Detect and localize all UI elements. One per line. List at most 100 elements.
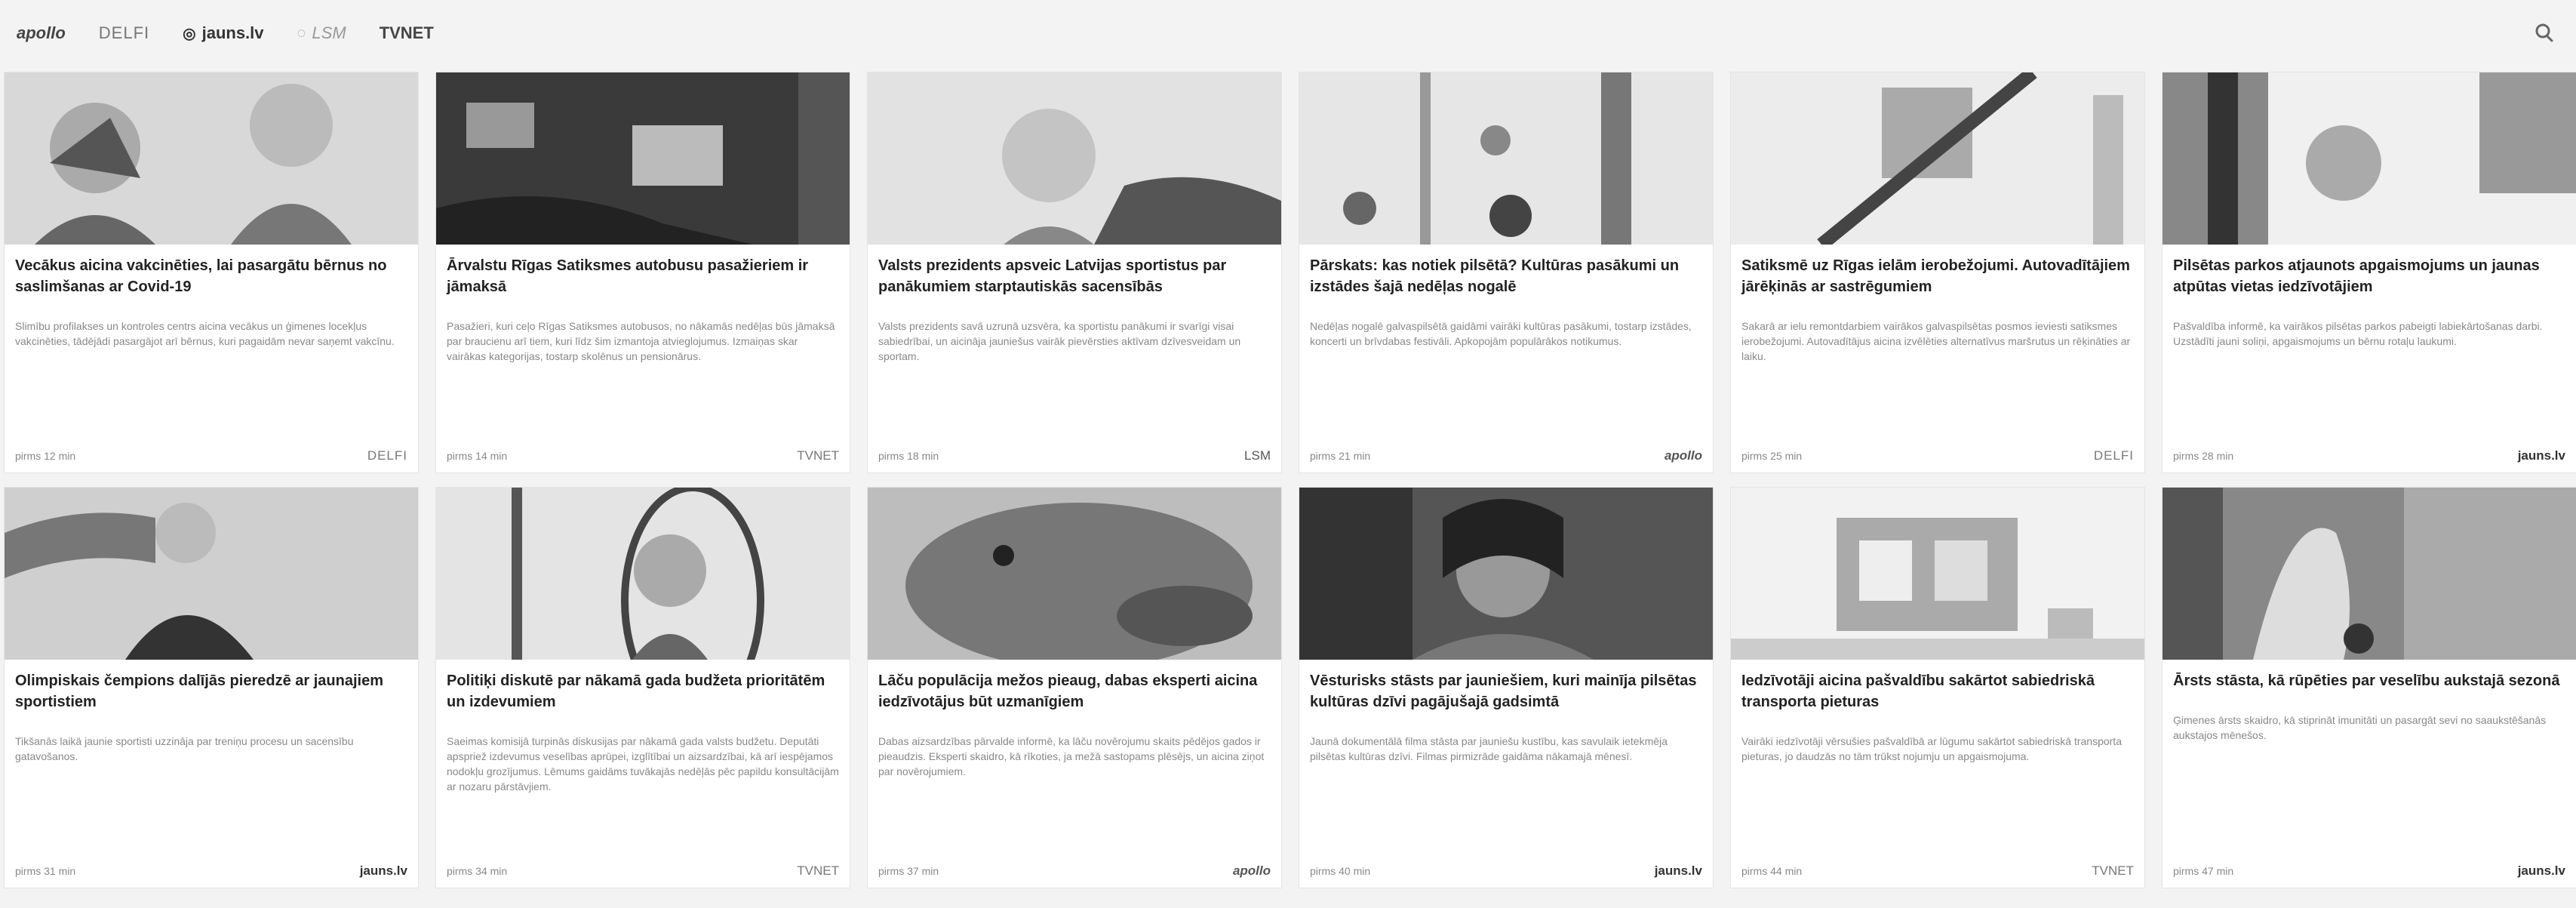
- source-logo: jauns.lv: [359, 863, 407, 878]
- article-excerpt: Vairāki iedzīvotāji vērsušies pašvaldībā…: [1741, 735, 2122, 762]
- article-meta: pirms 12 min DELFI: [15, 448, 407, 463]
- source-logo: TVNET: [2092, 863, 2134, 878]
- article-thumbnail: [2163, 488, 2576, 660]
- article-title[interactable]: Ārsts stāsta, kā rūpēties par veselību a…: [2173, 670, 2565, 691]
- source-tab-delfi[interactable]: DELFI: [99, 23, 149, 43]
- news-card[interactable]: Vecākus aicina vakcinēties, lai pasargāt…: [5, 72, 418, 472]
- article-thumbnail: [1299, 72, 1713, 245]
- article-time: pirms 14 min: [447, 450, 508, 462]
- article-thumbnail: [868, 488, 1281, 660]
- article-meta: pirms 14 min TVNET: [447, 448, 839, 463]
- news-card[interactable]: Ārvalstu Rīgas Satiksmes autobusu pasaži…: [436, 72, 850, 472]
- news-card[interactable]: Lāču populācija mežos pieaug, dabas eksp…: [868, 488, 1281, 888]
- news-card[interactable]: Pilsētas parkos atjaunots apgaismojums u…: [2163, 72, 2576, 472]
- news-card[interactable]: Politiķi diskutē par nākamā gada budžeta…: [436, 488, 850, 888]
- source-logo: jauns.lv: [2517, 448, 2565, 463]
- article-excerpt: Sakarā ar ielu remontdarbiem vairākos ga…: [1741, 320, 2131, 362]
- article-meta: pirms 18 min LSM: [878, 448, 1271, 463]
- article-time: pirms 40 min: [1310, 865, 1371, 877]
- article-title[interactable]: Vecākus aicina vakcinēties, lai pasargāt…: [15, 255, 407, 297]
- article-title[interactable]: Vēsturisks stāsts par jauniešiem, kuri m…: [1310, 670, 1702, 713]
- article-meta: pirms 28 min jauns.lv: [2173, 448, 2565, 463]
- article-excerpt: Saeimas komisijā turpinās diskusijas par…: [447, 735, 839, 793]
- news-card[interactable]: Olimpiskais čempions dalījās pieredzē ar…: [5, 488, 418, 888]
- article-title[interactable]: Valsts prezidents apsveic Latvijas sport…: [878, 255, 1271, 297]
- article-title[interactable]: Ārvalstu Rīgas Satiksmes autobusu pasaži…: [447, 255, 839, 297]
- article-meta: pirms 47 min jauns.lv: [2173, 863, 2565, 879]
- search-button[interactable]: [2531, 20, 2558, 47]
- source-tab-jauns[interactable]: ◎ jauns.lv: [183, 23, 263, 43]
- news-card[interactable]: Ārsts stāsta, kā rūpēties par veselību a…: [2163, 488, 2576, 888]
- article-excerpt: Pašvaldība informē, ka vairākos pilsētas…: [2173, 320, 2543, 347]
- article-title[interactable]: Politiķi diskutē par nākamā gada budžeta…: [447, 670, 839, 713]
- article-meta: pirms 37 min apollo: [878, 863, 1271, 879]
- news-card[interactable]: Vēsturisks stāsts par jauniešiem, kuri m…: [1299, 488, 1713, 888]
- article-excerpt: Slimību profilakses un kontroles centrs …: [15, 320, 395, 347]
- article-thumbnail: [2163, 72, 2576, 245]
- search-icon: [2535, 23, 2553, 42]
- article-time: pirms 44 min: [1741, 865, 1803, 877]
- source-tab-apollo[interactable]: apollo: [17, 23, 66, 43]
- source-tab-label: apollo: [17, 23, 66, 42]
- article-title[interactable]: Lāču populācija mežos pieaug, dabas eksp…: [878, 670, 1271, 713]
- lsm-logo-icon: ◌: [297, 24, 306, 42]
- article-excerpt: Ģimenes ārsts skaidro, kā stiprināt imun…: [2173, 714, 2547, 741]
- article-time: pirms 21 min: [1310, 450, 1371, 462]
- article-time: pirms 28 min: [2173, 450, 2234, 462]
- source-tab-label: LSM: [312, 23, 346, 42]
- article-excerpt: Nedēļas nogalē galvaspilsētā gaidāmi vai…: [1310, 320, 1692, 347]
- source-logo: apollo: [1232, 863, 1271, 878]
- jauns-logo-icon: ◎: [183, 25, 196, 42]
- source-tab-tvnet[interactable]: TVNET: [380, 23, 434, 43]
- news-card[interactable]: Valsts prezidents apsveic Latvijas sport…: [868, 72, 1281, 472]
- article-thumbnail: [5, 72, 418, 245]
- article-title[interactable]: Pilsētas parkos atjaunots apgaismojums u…: [2173, 255, 2565, 297]
- article-thumbnail: [436, 72, 850, 245]
- article-thumbnail: [1299, 488, 1713, 660]
- article-time: pirms 34 min: [447, 865, 508, 877]
- source-tab-lsm[interactable]: ◌ LSM: [297, 23, 346, 43]
- article-time: pirms 37 min: [878, 865, 939, 877]
- article-title[interactable]: Satiksmē uz Rīgas ielām ierobežojumi. Au…: [1741, 255, 2134, 297]
- source-logo: jauns.lv: [1654, 863, 1702, 878]
- source-tab-label: TVNET: [379, 23, 434, 42]
- article-meta: pirms 31 min jauns.lv: [15, 863, 407, 879]
- article-meta: pirms 34 min TVNET: [447, 863, 839, 879]
- source-tab-label: jauns.lv: [201, 23, 264, 42]
- article-meta: pirms 40 min jauns.lv: [1310, 863, 1702, 879]
- article-excerpt: Valsts prezidents savā uzrunā uzsvēra, k…: [878, 320, 1241, 362]
- source-filter-bar: apollo DELFI ◎ jauns.lv ◌ LSM TVNET: [0, 0, 2576, 66]
- article-thumbnail: [1731, 488, 2144, 660]
- news-card[interactable]: Pārskats: kas notiek pilsētā? Kultūras p…: [1299, 72, 1713, 472]
- article-title[interactable]: Olimpiskais čempions dalījās pieredzē ar…: [15, 670, 407, 713]
- article-excerpt: Tikšanās laikā jaunie sportisti uzzināja…: [15, 735, 354, 762]
- news-grid: Vecākus aicina vakcinēties, lai pasargāt…: [0, 72, 2576, 888]
- news-card[interactable]: Satiksmē uz Rīgas ielām ierobežojumi. Au…: [1731, 72, 2144, 472]
- article-meta: pirms 25 min DELFI: [1741, 448, 2134, 463]
- article-thumbnail: [5, 488, 418, 660]
- source-logo: DELFI: [367, 448, 407, 463]
- article-meta: pirms 44 min TVNET: [1741, 863, 2134, 879]
- article-thumbnail: [1731, 72, 2144, 245]
- source-logo: TVNET: [797, 863, 839, 878]
- article-time: pirms 31 min: [15, 865, 76, 877]
- source-logo: DELFI: [2093, 448, 2134, 463]
- source-logo: jauns.lv: [2517, 863, 2565, 878]
- article-time: pirms 47 min: [2173, 865, 2234, 877]
- article-excerpt: Pasažieri, kuri ceļo Rīgas Satiksmes aut…: [447, 320, 835, 362]
- article-excerpt: Dabas aizsardzības pārvalde informē, ka …: [878, 735, 1265, 777]
- source-logo: TVNET: [797, 448, 839, 463]
- source-logo: LSM: [1244, 448, 1271, 463]
- article-title[interactable]: Iedzīvotāji aicina pašvaldību sakārtot s…: [1741, 670, 2134, 713]
- article-time: pirms 18 min: [878, 450, 939, 462]
- article-thumbnail: [868, 72, 1281, 245]
- source-tab-label: DELFI: [98, 23, 150, 42]
- news-card[interactable]: Iedzīvotāji aicina pašvaldību sakārtot s…: [1731, 488, 2144, 888]
- article-title[interactable]: Pārskats: kas notiek pilsētā? Kultūras p…: [1310, 255, 1702, 297]
- article-time: pirms 25 min: [1741, 450, 1803, 462]
- article-meta: pirms 21 min apollo: [1310, 448, 1702, 463]
- article-thumbnail: [436, 488, 850, 660]
- source-logo: apollo: [1664, 448, 1702, 463]
- article-time: pirms 12 min: [15, 450, 76, 462]
- article-excerpt: Jaunā dokumentālā filma stāsta par jauni…: [1310, 735, 1668, 762]
